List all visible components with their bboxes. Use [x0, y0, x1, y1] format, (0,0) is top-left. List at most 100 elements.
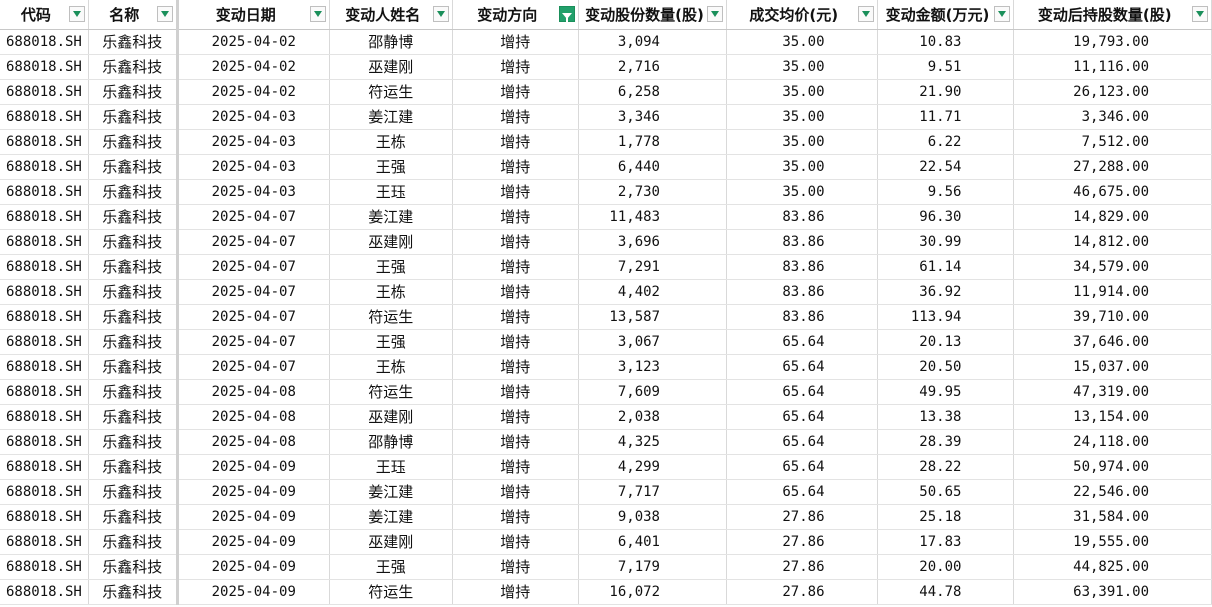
cell-code[interactable]: 688018.SH: [0, 504, 89, 530]
cell-name[interactable]: 乐鑫科技: [88, 154, 179, 180]
cell-post-holding[interactable]: 50,974.00: [1013, 454, 1212, 480]
cell-change-direction[interactable]: 增持: [452, 429, 580, 455]
cell-change-amount[interactable]: 22.54: [877, 154, 1015, 180]
cell-code[interactable]: 688018.SH: [0, 204, 89, 230]
cell-code[interactable]: 688018.SH: [0, 104, 89, 130]
cell-changer-name[interactable]: 巫建刚: [329, 229, 453, 255]
dropdown-arrow-icon[interactable]: [857, 6, 874, 22]
cell-change-date[interactable]: 2025-04-07: [177, 254, 330, 280]
cell-change-date[interactable]: 2025-04-07: [177, 329, 330, 355]
cell-change-shares[interactable]: 7,291: [578, 254, 727, 280]
cell-post-holding[interactable]: 34,579.00: [1013, 254, 1212, 280]
cell-avg-price[interactable]: 65.64: [726, 429, 878, 455]
cell-avg-price[interactable]: 65.64: [726, 479, 878, 505]
cell-avg-price[interactable]: 65.64: [726, 454, 878, 480]
cell-change-shares[interactable]: 6,401: [578, 529, 727, 555]
cell-post-holding[interactable]: 19,555.00: [1013, 529, 1212, 555]
cell-change-direction[interactable]: 增持: [452, 29, 580, 55]
cell-code[interactable]: 688018.SH: [0, 454, 89, 480]
cell-avg-price[interactable]: 83.86: [726, 254, 878, 280]
cell-code[interactable]: 688018.SH: [0, 79, 89, 105]
cell-change-amount[interactable]: 9.56: [877, 179, 1015, 205]
cell-code[interactable]: 688018.SH: [0, 529, 89, 555]
cell-post-holding[interactable]: 63,391.00: [1013, 579, 1212, 605]
cell-change-date[interactable]: 2025-04-03: [177, 179, 330, 205]
cell-changer-name[interactable]: 符运生: [329, 579, 453, 605]
cell-change-amount[interactable]: 20.00: [877, 554, 1015, 580]
cell-change-shares[interactable]: 2,730: [578, 179, 727, 205]
cell-name[interactable]: 乐鑫科技: [88, 529, 179, 555]
cell-avg-price[interactable]: 27.86: [726, 504, 878, 530]
cell-change-amount[interactable]: 49.95: [877, 379, 1015, 405]
cell-changer-name[interactable]: 符运生: [329, 79, 453, 105]
cell-name[interactable]: 乐鑫科技: [88, 479, 179, 505]
cell-post-holding[interactable]: 11,116.00: [1013, 54, 1212, 80]
cell-changer-name[interactable]: 王栋: [329, 354, 453, 380]
cell-code[interactable]: 688018.SH: [0, 129, 89, 155]
cell-name[interactable]: 乐鑫科技: [88, 304, 179, 330]
cell-code[interactable]: 688018.SH: [0, 579, 89, 605]
cell-code[interactable]: 688018.SH: [0, 54, 89, 80]
cell-change-date[interactable]: 2025-04-09: [177, 479, 330, 505]
cell-changer-name[interactable]: 王强: [329, 154, 453, 180]
cell-change-date[interactable]: 2025-04-07: [177, 279, 330, 305]
cell-change-direction[interactable]: 增持: [452, 529, 580, 555]
cell-post-holding[interactable]: 24,118.00: [1013, 429, 1212, 455]
cell-change-shares[interactable]: 3,123: [578, 354, 727, 380]
cell-avg-price[interactable]: 65.64: [726, 404, 878, 430]
cell-post-holding[interactable]: 22,546.00: [1013, 479, 1212, 505]
cell-post-holding[interactable]: 13,154.00: [1013, 404, 1212, 430]
cell-name[interactable]: 乐鑫科技: [88, 104, 179, 130]
cell-change-shares[interactable]: 3,696: [578, 229, 727, 255]
cell-code[interactable]: 688018.SH: [0, 229, 89, 255]
cell-change-date[interactable]: 2025-04-07: [177, 304, 330, 330]
cell-change-shares[interactable]: 4,325: [578, 429, 727, 455]
cell-change-direction[interactable]: 增持: [452, 129, 580, 155]
cell-changer-name[interactable]: 姜江建: [329, 479, 453, 505]
cell-changer-name[interactable]: 邵静博: [329, 429, 453, 455]
cell-change-date[interactable]: 2025-04-09: [177, 554, 330, 580]
cell-change-date[interactable]: 2025-04-02: [177, 54, 330, 80]
cell-changer-name[interactable]: 姜江建: [329, 204, 453, 230]
cell-name[interactable]: 乐鑫科技: [88, 54, 179, 80]
cell-change-shares[interactable]: 4,402: [578, 279, 727, 305]
cell-code[interactable]: 688018.SH: [0, 429, 89, 455]
cell-name[interactable]: 乐鑫科技: [88, 179, 179, 205]
cell-code[interactable]: 688018.SH: [0, 304, 89, 330]
cell-change-date[interactable]: 2025-04-03: [177, 129, 330, 155]
cell-change-date[interactable]: 2025-04-02: [177, 29, 330, 55]
cell-change-date[interactable]: 2025-04-09: [177, 529, 330, 555]
cell-avg-price[interactable]: 35.00: [726, 129, 878, 155]
cell-changer-name[interactable]: 王强: [329, 554, 453, 580]
cell-name[interactable]: 乐鑫科技: [88, 354, 179, 380]
cell-avg-price[interactable]: 27.86: [726, 554, 878, 580]
cell-avg-price[interactable]: 35.00: [726, 154, 878, 180]
cell-name[interactable]: 乐鑫科技: [88, 404, 179, 430]
cell-change-direction[interactable]: 增持: [452, 79, 580, 105]
cell-name[interactable]: 乐鑫科技: [88, 504, 179, 530]
cell-change-shares[interactable]: 3,094: [578, 29, 727, 55]
cell-name[interactable]: 乐鑫科技: [88, 379, 179, 405]
cell-avg-price[interactable]: 83.86: [726, 204, 878, 230]
cell-change-shares[interactable]: 4,299: [578, 454, 727, 480]
cell-change-amount[interactable]: 10.83: [877, 29, 1015, 55]
cell-change-date[interactable]: 2025-04-03: [177, 104, 330, 130]
cell-change-shares[interactable]: 7,179: [578, 554, 727, 580]
cell-change-amount[interactable]: 113.94: [877, 304, 1015, 330]
cell-change-shares[interactable]: 13,587: [578, 304, 727, 330]
cell-post-holding[interactable]: 39,710.00: [1013, 304, 1212, 330]
cell-change-shares[interactable]: 6,440: [578, 154, 727, 180]
cell-change-direction[interactable]: 增持: [452, 454, 580, 480]
cell-change-amount[interactable]: 30.99: [877, 229, 1015, 255]
cell-name[interactable]: 乐鑫科技: [88, 129, 179, 155]
cell-name[interactable]: 乐鑫科技: [88, 454, 179, 480]
cell-post-holding[interactable]: 47,319.00: [1013, 379, 1212, 405]
cell-change-amount[interactable]: 28.22: [877, 454, 1015, 480]
cell-change-amount[interactable]: 13.38: [877, 404, 1015, 430]
cell-change-date[interactable]: 2025-04-09: [177, 504, 330, 530]
cell-change-direction[interactable]: 增持: [452, 179, 580, 205]
cell-post-holding[interactable]: 7,512.00: [1013, 129, 1212, 155]
cell-change-direction[interactable]: 增持: [452, 279, 580, 305]
cell-change-direction[interactable]: 增持: [452, 554, 580, 580]
cell-code[interactable]: 688018.SH: [0, 29, 89, 55]
